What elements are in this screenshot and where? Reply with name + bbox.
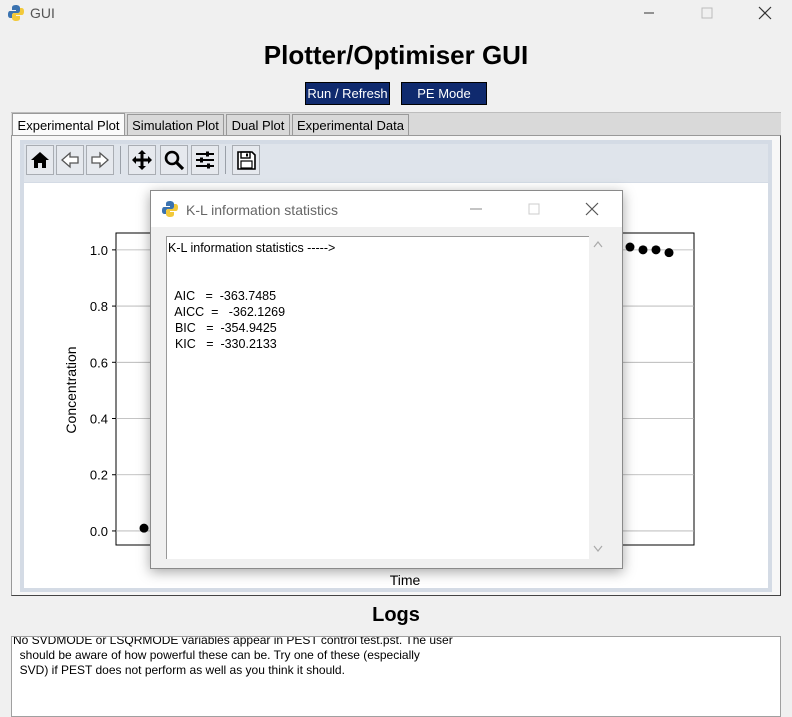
tab-experimental-plot[interactable]: Experimental Plot [12, 113, 125, 136]
zoom-icon [164, 150, 185, 171]
run-refresh-button[interactable]: Run / Refresh [305, 82, 390, 105]
y-tick-label: 0.2 [90, 468, 108, 483]
configure-subplots-button[interactable] [191, 145, 219, 175]
dialog-scrollbar[interactable] [589, 236, 606, 559]
close-icon [758, 6, 772, 20]
close-icon [585, 202, 599, 216]
logs-heading: Logs [372, 604, 420, 626]
minimize-icon [644, 12, 654, 14]
back-button[interactable] [56, 145, 84, 175]
zoom-button[interactable] [160, 145, 188, 175]
dialog-titlebar: K-L information statistics [151, 191, 622, 227]
tab-dual-plot[interactable]: Dual Plot [226, 114, 290, 136]
data-point [651, 245, 661, 255]
forward-arrow-icon [91, 151, 109, 169]
home-icon [31, 152, 49, 168]
tab-experimental-data[interactable]: Experimental Data [292, 114, 409, 136]
close-button[interactable] [742, 0, 788, 26]
kl-statistics-text: K-L information statistics -----> AIC = … [168, 241, 336, 351]
pe-mode-button[interactable]: PE Mode [401, 82, 487, 105]
save-icon [237, 151, 256, 170]
y-tick-label: 0.4 [90, 412, 108, 427]
kl-statistics-dialog: K-L information statistics K-L informati… [150, 190, 623, 569]
data-point [139, 523, 149, 533]
minimize-button[interactable] [626, 0, 672, 26]
y-tick-label: 0.6 [90, 355, 108, 370]
minimize-icon [470, 208, 482, 210]
app-heading: Plotter/Optimiser GUI [263, 40, 529, 70]
pan-button[interactable] [128, 145, 156, 175]
scroll-down-icon[interactable] [593, 545, 603, 553]
toolbar-separator [120, 146, 121, 174]
window-title: GUI [30, 5, 55, 21]
y-tick-label: 1.0 [90, 243, 108, 258]
y-tick-label: 0.0 [90, 524, 108, 539]
dialog-close-button[interactable] [569, 196, 615, 222]
dialog-textbox[interactable]: K-L information statistics -----> AIC = … [166, 236, 589, 559]
configure-subplots-icon [196, 151, 214, 169]
forward-button[interactable] [86, 145, 114, 175]
python-logo-icon [162, 201, 178, 217]
logs-textbox[interactable]: No SVDMODE or LSQRMODE variables appear … [11, 636, 781, 717]
dialog-minimize-button[interactable] [453, 196, 499, 222]
data-point [625, 242, 635, 252]
window-titlebar: GUI [0, 0, 792, 26]
data-point [664, 248, 674, 258]
back-arrow-icon [61, 151, 79, 169]
y-tick-label: 0.8 [90, 299, 108, 314]
maximize-button[interactable] [684, 0, 730, 26]
save-button[interactable] [232, 145, 260, 175]
maximize-icon [528, 203, 540, 215]
tab-simulation-plot[interactable]: Simulation Plot [127, 114, 224, 136]
y-axis-label: Concentration [63, 346, 79, 433]
python-logo-icon [8, 5, 24, 21]
data-point [638, 245, 648, 255]
toolbar-separator [225, 146, 226, 174]
logs-text: No SVDMODE or LSQRMODE variables appear … [13, 636, 453, 677]
dialog-maximize-button[interactable] [511, 196, 557, 222]
maximize-icon [701, 7, 713, 19]
scroll-up-icon[interactable] [593, 240, 603, 248]
dialog-title: K-L information statistics [186, 202, 338, 218]
x-axis-label: Time [390, 572, 421, 588]
home-button[interactable] [26, 145, 54, 175]
pan-icon [132, 150, 152, 170]
